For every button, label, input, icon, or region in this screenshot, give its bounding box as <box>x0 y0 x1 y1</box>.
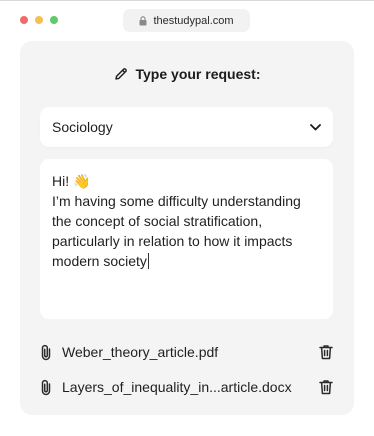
form-title: Type your request: <box>20 66 354 82</box>
close-window-dot[interactable] <box>20 16 28 24</box>
address-bar[interactable]: thestudypal.com <box>123 9 250 32</box>
form-title-text: Type your request: <box>135 66 261 82</box>
attachment-filename[interactable]: Weber_theory_article.pdf <box>62 344 218 360</box>
subject-select[interactable]: Sociology <box>40 107 333 147</box>
lock-icon <box>139 15 147 26</box>
attachment-item: Weber_theory_article.pdf <box>40 335 333 369</box>
paperclip-icon <box>40 344 52 361</box>
message-line: Hi! 👋 <box>52 173 91 189</box>
maximize-window-dot[interactable] <box>50 16 58 24</box>
minimize-window-dot[interactable] <box>35 16 43 24</box>
message-line: particularly in relation to how it impac… <box>52 233 293 249</box>
request-panel: Type your request: Sociology Hi! 👋 I’m h… <box>20 41 354 415</box>
subject-select-value: Sociology <box>52 119 113 135</box>
attachments-list: Weber_theory_article.pdf Layers_of_inequ… <box>40 335 333 404</box>
message-line: modern society <box>52 253 147 269</box>
message-textarea[interactable]: Hi! 👋 I’m having some difficulty underst… <box>40 159 333 319</box>
trash-icon[interactable] <box>319 379 333 395</box>
chevron-down-icon <box>310 123 321 131</box>
url-text: thestudypal.com <box>153 14 234 27</box>
trash-icon[interactable] <box>319 344 333 360</box>
message-last-line: modern society <box>52 251 321 271</box>
message-line: the concept of social stratification, <box>52 213 263 229</box>
message-line: I’m having some difficulty understanding <box>52 193 301 209</box>
window-controls <box>20 16 58 24</box>
attachment-filename[interactable]: Layers_of_inequality_in...article.docx <box>62 379 292 395</box>
pencil-icon <box>114 67 128 81</box>
text-cursor <box>147 253 149 269</box>
attachment-item: Layers_of_inequality_in...article.docx <box>40 370 333 404</box>
window-top-border <box>0 0 374 1</box>
paperclip-icon <box>40 379 52 396</box>
